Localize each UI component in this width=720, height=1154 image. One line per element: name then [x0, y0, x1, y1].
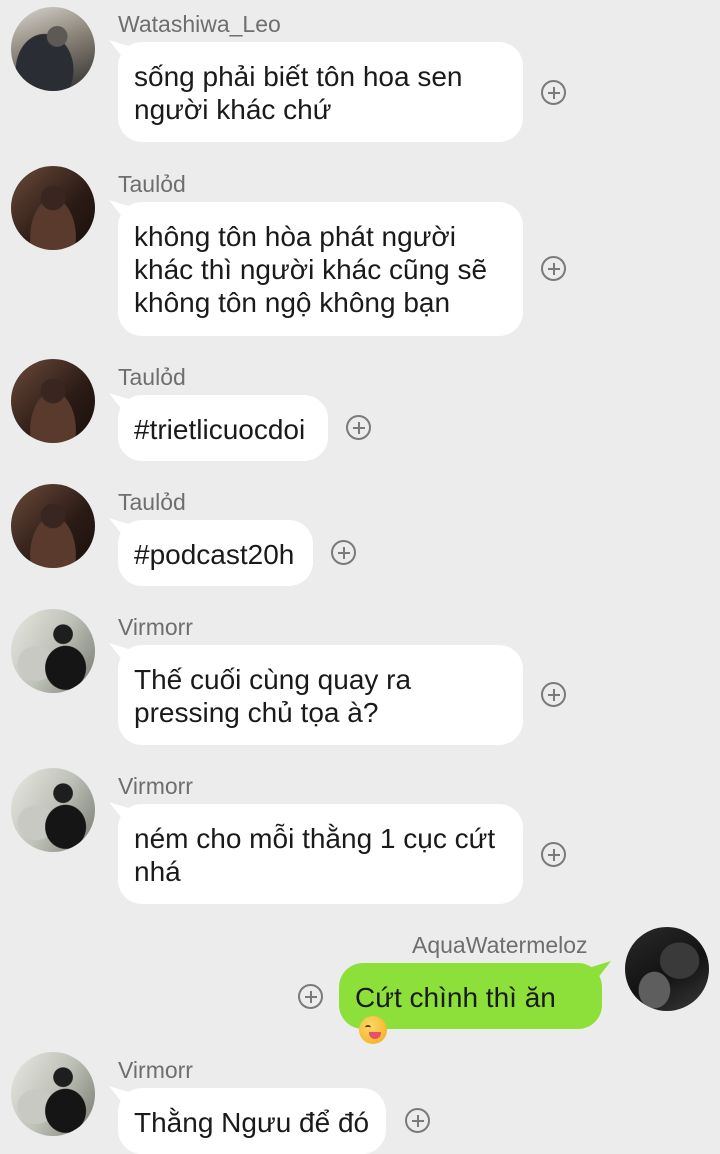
- message-text-content: Cứt chình thì ăn: [355, 982, 556, 1013]
- message-text: khác thì người khác cũng sẽ: [134, 254, 488, 285]
- message-text: nhá: [134, 856, 181, 887]
- avatar[interactable]: [625, 927, 709, 1011]
- message-text: #podcast20h: [134, 539, 295, 570]
- add-reaction-icon[interactable]: [298, 984, 323, 1009]
- message-bubble[interactable]: Cứt chình thì ăn: [339, 963, 602, 1044]
- add-reaction-icon[interactable]: [331, 540, 356, 565]
- avatar[interactable]: [11, 7, 95, 91]
- message-bubble[interactable]: #trietlicuocdoi: [118, 395, 328, 461]
- add-reaction-icon[interactable]: [346, 415, 371, 440]
- add-reaction-icon[interactable]: [541, 80, 566, 105]
- sender-name: Taulỏd: [118, 171, 186, 197]
- avatar[interactable]: [11, 359, 95, 443]
- sender-name: Virmorr: [118, 773, 193, 799]
- avatar[interactable]: [11, 166, 95, 250]
- message-text: không tôn hòa phát người: [134, 221, 457, 252]
- message-text: sống phải biết tôn hoa sen: [134, 61, 463, 92]
- message-text: không tôn ngộ không bạn: [134, 287, 451, 318]
- sender-name: Watashiwa_Leo: [118, 11, 281, 37]
- message-bubble[interactable]: #podcast20h: [118, 520, 313, 586]
- sender-name: Taulỏd: [118, 364, 186, 390]
- message-text: Thế cuối cùng quay ra: [134, 664, 412, 695]
- add-reaction-icon[interactable]: [541, 256, 566, 281]
- sender-name: Taulỏd: [118, 489, 186, 515]
- avatar[interactable]: [11, 484, 95, 568]
- message-text: pressing chủ tọa à?: [134, 697, 379, 728]
- add-reaction-icon[interactable]: [541, 842, 566, 867]
- sender-name: Virmorr: [118, 1057, 193, 1083]
- add-reaction-icon[interactable]: [405, 1108, 430, 1133]
- message-bubble[interactable]: sống phải biết tôn hoa sen người khác ch…: [118, 42, 523, 142]
- message-bubble[interactable]: Thằng Ngưu để đó: [118, 1088, 386, 1154]
- face-savoring-food-icon: [359, 1016, 387, 1044]
- avatar[interactable]: [11, 768, 95, 852]
- message-text: Thằng Ngưu để đó: [134, 1107, 370, 1138]
- message-text: #trietlicuocdoi: [134, 414, 306, 445]
- message-bubble[interactable]: không tôn hòa phát người khác thì người …: [118, 202, 523, 336]
- message-text: người khác chứ: [134, 94, 332, 125]
- message-text: ném cho mỗi thằng 1 cục cứt: [134, 823, 496, 854]
- add-reaction-icon[interactable]: [541, 682, 566, 707]
- sender-name: AquaWatermeloz: [412, 932, 588, 958]
- message-bubble[interactable]: Thế cuối cùng quay ra pressing chủ tọa à…: [118, 645, 523, 745]
- message-text: Cứt chình thì ăn: [355, 981, 586, 1047]
- sender-name: Virmorr: [118, 614, 193, 640]
- avatar[interactable]: [11, 609, 95, 693]
- message-bubble[interactable]: ném cho mỗi thằng 1 cục cứt nhá: [118, 804, 523, 904]
- avatar[interactable]: [11, 1052, 95, 1136]
